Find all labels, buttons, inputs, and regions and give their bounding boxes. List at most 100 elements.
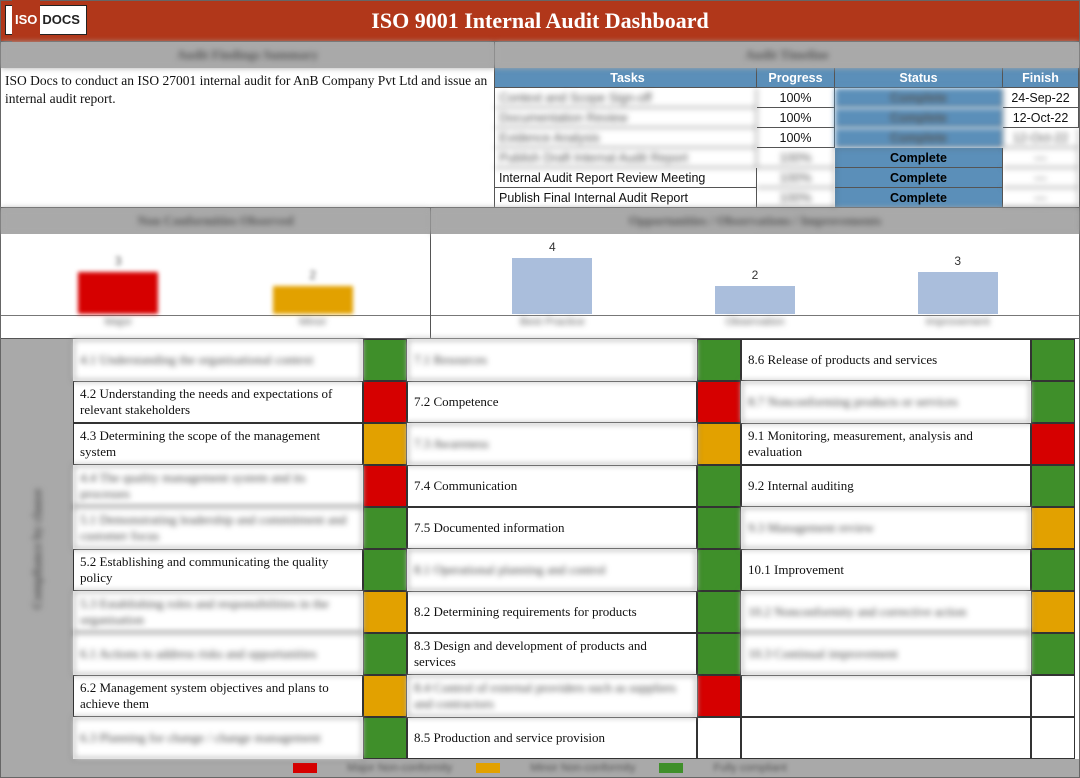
rag-cell — [363, 549, 407, 591]
status-cell: Complete — [835, 148, 1003, 168]
row-charts: Non Conformities Observed 3Major2Minor O… — [1, 207, 1079, 339]
rag-cell — [363, 717, 407, 759]
rag-cell — [363, 381, 407, 423]
chart-b-heading-obscured: Opportunities / Observations / Improveme… — [431, 208, 1079, 234]
clause-cell — [741, 717, 1031, 759]
col-status: Status — [835, 68, 1003, 88]
rag-cell — [363, 423, 407, 465]
row-clause-matrix: Compliance by clause 4.1 Understanding t… — [1, 339, 1079, 759]
chart-b-body: 4Best Practice2Observation3Improvement — [431, 234, 1079, 338]
progress-cell: 100% — [757, 168, 835, 188]
clause-cell: 8.4 Control of external providers such a… — [407, 675, 697, 717]
status-cell: Complete — [835, 128, 1003, 148]
finish-cell: — — [1003, 168, 1079, 188]
status-cell: Complete — [835, 88, 1003, 108]
clause-cell: 8.7 Nonconforming products or services — [741, 381, 1031, 423]
rag-cell — [1031, 675, 1075, 717]
chart-a-bar: 3Major — [21, 254, 216, 332]
chart-b-bar: 3Improvement — [856, 254, 1059, 332]
status-cell: Complete — [835, 188, 1003, 208]
timeline-table: Tasks Progress Status Finish Context and… — [495, 68, 1079, 228]
clause-cell: 8.6 Release of products and services — [741, 339, 1031, 381]
clause-cell: 7.5 Documented information — [407, 507, 697, 549]
col-tasks: Tasks — [495, 68, 757, 88]
clause-cell: 4.1 Understanding the organisational con… — [73, 339, 363, 381]
rag-cell — [697, 339, 741, 381]
legend-swatch — [476, 763, 500, 773]
legend-swatch — [293, 763, 317, 773]
clause-cell: 5.1 Demonstrating leadership and commitm… — [73, 507, 363, 549]
progress-cell: 100% — [757, 188, 835, 208]
timeline-row: Evidence Analysis100%Complete12-Oct-22 — [495, 128, 1079, 148]
task-cell: Documentation Review — [495, 108, 757, 128]
legend-swatch — [659, 763, 683, 773]
clause-cell: 4.3 Determining the scope of the managem… — [73, 423, 363, 465]
finish-cell: 12-Oct-22 — [1003, 108, 1079, 128]
row-summary-timeline: Audit Findings Summary ISO Docs to condu… — [1, 41, 1079, 207]
progress-cell: 100% — [757, 88, 835, 108]
logo-badge: ISO DOCS — [5, 5, 87, 35]
rag-cell — [363, 465, 407, 507]
clause-cell: 8.2 Determining requirements for product… — [407, 591, 697, 633]
rag-cell — [697, 633, 741, 675]
clause-cell: 8.3 Design and development of products a… — [407, 633, 697, 675]
clause-cell: 8.5 Production and service provision — [407, 717, 697, 759]
legend-label: Fully compliant — [713, 762, 786, 774]
task-cell: Internal Audit Report Review Meeting — [495, 168, 757, 188]
rag-cell — [1031, 465, 1075, 507]
col-progress: Progress — [757, 68, 835, 88]
audit-summary-pane: Audit Findings Summary ISO Docs to condu… — [1, 42, 495, 207]
clause-cell: 10.3 Continual improvement — [741, 633, 1031, 675]
chart-b-bar: 4Best Practice — [451, 240, 654, 332]
col-finish: Finish — [1003, 68, 1079, 88]
rag-cell — [363, 675, 407, 717]
clause-cell: 5.2 Establishing and communicating the q… — [73, 549, 363, 591]
clause-cell: 7.3 Awareness — [407, 423, 697, 465]
timeline-row: Publish Draft Internal Audit Report100%C… — [495, 148, 1079, 168]
timeline-row: Documentation Review100%Complete12-Oct-2… — [495, 108, 1079, 128]
timeline-header-row: Tasks Progress Status Finish — [495, 68, 1079, 88]
progress-cell: 100% — [757, 148, 835, 168]
progress-cell: 100% — [757, 108, 835, 128]
clause-cell: 9.3 Management review — [741, 507, 1031, 549]
clause-cell: 9.2 Internal auditing — [741, 465, 1031, 507]
clause-cell: 4.4 The quality management system and it… — [73, 465, 363, 507]
page-title: ISO 9001 Internal Audit Dashboard — [371, 8, 708, 33]
finish-cell: 12-Oct-22 — [1003, 128, 1079, 148]
chart-nonconformities: Non Conformities Observed 3Major2Minor — [1, 208, 431, 338]
chart-a-bar: 2Minor — [216, 268, 411, 332]
legend-label: Major Non-conformity — [347, 762, 452, 774]
summary-heading-obscured: Audit Findings Summary — [1, 42, 494, 68]
rag-cell — [697, 675, 741, 717]
clause-cell: 6.3 Planning for change / change managem… — [73, 717, 363, 759]
status-cell: Complete — [835, 168, 1003, 188]
clause-grid: 4.1 Understanding the organisational con… — [73, 339, 1079, 759]
rag-cell — [697, 423, 741, 465]
task-cell: Publish Final Internal Audit Report — [495, 188, 757, 208]
clause-cell: 10.1 Improvement — [741, 549, 1031, 591]
status-cell: Complete — [835, 108, 1003, 128]
chart-observations: Opportunities / Observations / Improveme… — [431, 208, 1079, 338]
logo-docs-text: DOCS — [42, 0, 80, 40]
finish-cell: — — [1003, 148, 1079, 168]
rag-cell — [1031, 549, 1075, 591]
progress-cell: 100% — [757, 128, 835, 148]
rag-cell — [363, 633, 407, 675]
rag-cell — [363, 591, 407, 633]
finish-cell: — — [1003, 188, 1079, 208]
chart-a-body: 3Major2Minor — [1, 234, 430, 338]
clause-cell: 7.4 Communication — [407, 465, 697, 507]
legend-footer: Major Non-conformityMinor Non-conformity… — [1, 759, 1079, 777]
finish-cell: 24-Sep-22 — [1003, 88, 1079, 108]
rag-cell — [697, 717, 741, 759]
rag-cell — [363, 507, 407, 549]
clause-side-label: Compliance by clause — [1, 339, 73, 759]
chart-b-bar: 2Observation — [654, 268, 857, 332]
task-cell: Context and Scope Sign-off — [495, 88, 757, 108]
timeline-heading-obscured: Audit Timeline — [495, 42, 1079, 68]
timeline-row: Internal Audit Report Review Meeting100%… — [495, 168, 1079, 188]
rag-cell — [697, 549, 741, 591]
clause-cell: 7.2 Competence — [407, 381, 697, 423]
dashboard-page: ISO DOCS ISO 9001 Internal Audit Dashboa… — [0, 0, 1080, 778]
clause-cell: 9.1 Monitoring, measurement, analysis an… — [741, 423, 1031, 465]
